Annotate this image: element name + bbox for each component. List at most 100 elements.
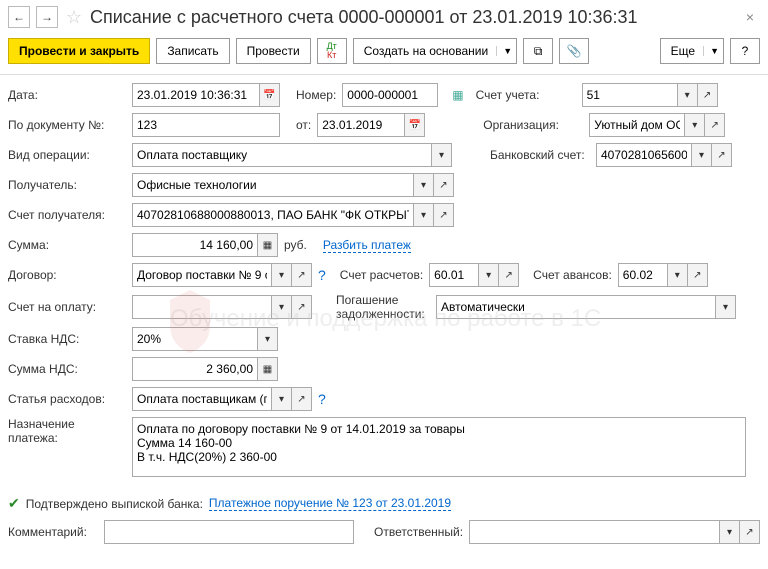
responsible-label: Ответственный: <box>374 525 463 539</box>
payment-order-link[interactable]: Платежное поручение № 123 от 23.01.2019 <box>209 496 451 511</box>
account-label: Счет учета: <box>476 88 576 102</box>
open-icon[interactable]: ↗ <box>434 173 454 197</box>
save-button[interactable]: Записать <box>156 38 229 64</box>
chevron-down-icon: ▼ <box>496 46 512 56</box>
doc-number-label: По документу №: <box>8 118 126 132</box>
purpose-textarea[interactable] <box>132 417 746 477</box>
from-date-input[interactable] <box>317 113 405 137</box>
recipient-label: Получатель: <box>8 178 126 192</box>
calendar-icon[interactable]: 📅 <box>260 83 280 107</box>
contract-input[interactable] <box>132 263 272 287</box>
expense-item-label: Статья расходов: <box>8 392 126 406</box>
open-icon[interactable]: ↗ <box>499 263 519 287</box>
help-button[interactable]: ? <box>730 38 760 64</box>
structure-button[interactable]: ⧉ <box>523 38 553 64</box>
calculator-icon[interactable]: ▦ <box>258 357 278 381</box>
expense-item-input[interactable] <box>132 387 272 411</box>
comment-label: Комментарий: <box>8 525 98 539</box>
number-input[interactable] <box>342 83 438 107</box>
recipient-account-input[interactable] <box>132 203 414 227</box>
forward-button[interactable]: → <box>36 6 58 28</box>
dropdown-icon[interactable]: ▾ <box>479 263 499 287</box>
chevron-down-icon: ▼ <box>703 46 719 56</box>
open-icon[interactable]: ↗ <box>292 295 312 319</box>
invoice-label: Счет на оплату: <box>8 300 126 314</box>
advance-account-label: Счет авансов: <box>533 268 612 282</box>
calendar-icon[interactable]: 📅 <box>405 113 425 137</box>
purpose-label: Назначение платежа: <box>8 417 126 445</box>
post-and-close-button[interactable]: Провести и закрыть <box>8 38 150 64</box>
dropdown-icon[interactable]: ▾ <box>414 173 434 197</box>
settle-account-input[interactable] <box>429 263 479 287</box>
open-icon[interactable]: ↗ <box>740 520 760 544</box>
recipient-account-label: Счет получателя: <box>8 208 126 222</box>
dropdown-icon[interactable]: ▾ <box>272 263 292 287</box>
open-icon[interactable]: ↗ <box>434 203 454 227</box>
open-icon[interactable]: ↗ <box>712 143 732 167</box>
contract-label: Договор: <box>8 268 126 282</box>
bank-account-label: Банковский счет: <box>490 148 590 162</box>
more-label: Еще <box>671 44 695 58</box>
org-label: Организация: <box>483 118 583 132</box>
open-icon[interactable]: ↗ <box>292 387 312 411</box>
currency-label: руб. <box>284 238 307 252</box>
debt-repay-input[interactable] <box>436 295 716 319</box>
help-icon[interactable]: ? <box>318 391 326 407</box>
account-input[interactable] <box>582 83 678 107</box>
debt-repay-label: Погашение задолженности: <box>336 293 430 321</box>
dropdown-icon[interactable]: ▾ <box>716 295 736 319</box>
sum-label: Сумма: <box>8 238 126 252</box>
open-icon[interactable]: ↗ <box>705 113 725 137</box>
dropdown-icon[interactable]: ▾ <box>678 83 698 107</box>
responsible-input[interactable] <box>469 520 720 544</box>
dropdown-icon[interactable]: ▾ <box>720 520 740 544</box>
op-type-label: Вид операции: <box>8 148 126 162</box>
dropdown-icon[interactable]: ▾ <box>414 203 434 227</box>
check-icon[interactable]: ✔ <box>8 495 20 512</box>
vat-sum-input[interactable] <box>132 357 258 381</box>
op-type-input[interactable] <box>132 143 432 167</box>
open-icon[interactable]: ↗ <box>292 263 312 287</box>
advance-account-input[interactable] <box>618 263 668 287</box>
date-label: Дата: <box>8 88 126 102</box>
dropdown-icon[interactable]: ▾ <box>685 113 705 137</box>
comment-input[interactable] <box>104 520 354 544</box>
dropdown-icon[interactable]: ▾ <box>432 143 452 167</box>
dropdown-icon[interactable]: ▾ <box>272 387 292 411</box>
post-button[interactable]: Провести <box>236 38 311 64</box>
recipient-input[interactable] <box>132 173 414 197</box>
status-icon: ▦ <box>452 88 463 102</box>
page-title: Списание с расчетного счета 0000-000001 … <box>90 7 734 28</box>
dropdown-icon[interactable]: ▾ <box>668 263 688 287</box>
from-label: от: <box>296 118 311 132</box>
invoice-input[interactable] <box>132 295 272 319</box>
org-input[interactable] <box>589 113 685 137</box>
open-icon[interactable]: ↗ <box>698 83 718 107</box>
dropdown-icon[interactable]: ▾ <box>272 295 292 319</box>
vat-sum-label: Сумма НДС: <box>8 362 126 376</box>
doc-number-input[interactable] <box>132 113 280 137</box>
create-based-label: Создать на основании <box>364 44 489 58</box>
star-icon[interactable]: ☆ <box>64 7 84 27</box>
dtk-button[interactable]: ДтКт <box>317 38 347 64</box>
calculator-icon[interactable]: ▦ <box>258 233 278 257</box>
open-icon[interactable]: ↗ <box>688 263 708 287</box>
settle-account-label: Счет расчетов: <box>340 268 423 282</box>
date-input[interactable] <box>132 83 260 107</box>
vat-rate-label: Ставка НДС: <box>8 332 126 346</box>
vat-rate-input[interactable] <box>132 327 258 351</box>
sum-input[interactable] <box>132 233 258 257</box>
number-label: Номер: <box>296 88 336 102</box>
create-based-on-button[interactable]: Создать на основании ▼ <box>353 38 517 64</box>
dropdown-icon[interactable]: ▾ <box>258 327 278 351</box>
close-button[interactable]: × <box>740 7 760 27</box>
split-payment-link[interactable]: Разбить платеж <box>323 238 411 253</box>
dropdown-icon[interactable]: ▾ <box>692 143 712 167</box>
attachment-button[interactable]: 📎 <box>559 38 589 64</box>
back-button[interactable]: ← <box>8 6 30 28</box>
more-button[interactable]: Еще ▼ <box>660 38 724 64</box>
help-icon[interactable]: ? <box>318 267 326 283</box>
dtk-icon: ДтКт <box>327 42 337 60</box>
bank-account-input[interactable] <box>596 143 692 167</box>
confirmed-label: Подтверждено выпиской банка: <box>26 497 203 511</box>
